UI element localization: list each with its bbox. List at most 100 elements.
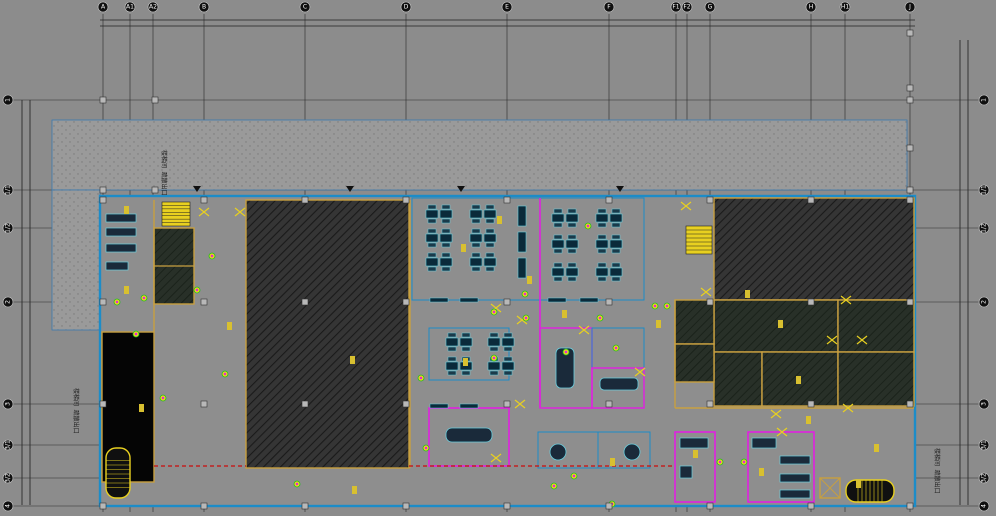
svg-text:C: C [303,4,307,11]
column [99,502,107,510]
svg-text:H: H [809,4,814,11]
column [807,400,815,408]
room-tag [693,450,698,458]
svg-text:A1: A1 [126,4,134,11]
grid-bubble-E: E [501,1,513,13]
stair-note-left: 楼梯间 疏散出口 [72,388,80,434]
room-tag [461,244,466,252]
grid-bubble-F1: F1 [670,1,682,13]
svg-text:G: G [708,4,713,11]
column [200,502,208,510]
svg-text:4: 4 [981,504,988,508]
svg-text:2: 2 [5,300,12,304]
column [706,502,714,510]
column [906,298,914,306]
svg-text:B: B [202,4,206,11]
room-tag [227,322,232,330]
svg-text:3: 3 [5,402,12,406]
column [301,196,309,204]
grid-bubble-row-4-R: 4 [978,500,990,512]
column [402,400,410,408]
grid-bubble-row-1/2-R: 1/2 [978,222,990,234]
grid-bubble-row-3/2-L: 3/2 [2,472,14,484]
column [503,502,511,510]
stair-right [685,225,713,255]
grid-bubble-H: H [805,1,817,13]
svg-text:F1: F1 [672,4,679,11]
column [200,298,208,306]
grid-bubble-row-1-L: 1 [2,94,14,106]
room-tag [610,458,615,466]
room-tag [856,480,861,488]
stair-bottom-left [105,447,131,499]
svg-text:1/2: 1/2 [5,223,12,233]
column [99,400,107,408]
column [906,196,914,204]
column [402,196,410,204]
room-tag [656,320,661,328]
svg-text:3: 3 [981,402,988,406]
room-tag [527,276,532,284]
grid-bubble-F: F [603,1,615,13]
column [605,298,613,306]
stair-note-right: 楼梯间 疏散出口 [933,448,941,494]
floor-plan-canvas[interactable]: A A1 A2 B C D E F F1 F2 G H H1 J 1 1 1/1 1/1 1/2 1/2 2 2 3 3 3/… [0,0,996,516]
grid-bubble-row-3/1-L: 3/1 [2,439,14,451]
grid-bubble-row-1/2-L: 1/2 [2,222,14,234]
grid-bubble-row-4-L: 4 [2,500,14,512]
column [807,298,815,306]
room-tag [497,216,502,224]
grid-bubble-F2: F2 [681,1,693,13]
column [402,298,410,306]
column [402,502,410,510]
column [301,400,309,408]
room-tag [124,286,129,294]
room-tag [350,356,355,364]
svg-text:E: E [505,4,509,11]
room-tag [139,404,144,412]
column [605,400,613,408]
room-tag [806,416,811,424]
column [99,298,107,306]
svg-text:2: 2 [981,300,988,304]
room-tag [745,290,750,298]
column [906,400,914,408]
svg-text:3/2: 3/2 [5,473,12,483]
grid-bubble-D: D [400,1,412,13]
column [503,400,511,408]
grid-bubble-B: B [198,1,210,13]
grid-bubble-A2: A2 [147,1,159,13]
grid-bubble-row-1/1-L: 1/1 [2,184,14,196]
grid-bubble-row-2-L: 2 [2,296,14,308]
grid-bubble-H1: H1 [839,1,851,13]
svg-text:3/2: 3/2 [981,473,988,483]
column [200,400,208,408]
svg-text:3/1: 3/1 [5,440,12,450]
room-tag [463,358,468,366]
room-tag [874,444,879,452]
svg-text:3/1: 3/1 [981,440,988,450]
grid-bubble-C: C [299,1,311,13]
column [301,298,309,306]
grid-bubble-row-1/1-R: 1/1 [978,184,990,196]
column [605,196,613,204]
svg-text:J: J [908,4,911,11]
right-hall-hatched [713,197,915,301]
column [200,196,208,204]
svg-text:1/1: 1/1 [981,185,988,195]
room-tag [796,376,801,384]
svg-text:D: D [404,4,409,11]
column [706,196,714,204]
grid-bubble-A: A [97,1,109,13]
svg-text:1: 1 [5,98,12,102]
column [503,298,511,306]
svg-text:4: 4 [5,504,12,508]
room-tag [562,310,567,318]
column [807,502,815,510]
column [706,400,714,408]
svg-text:1/2: 1/2 [981,223,988,233]
grid-bubble-row-3-R: 3 [978,398,990,410]
room-tag [352,486,357,494]
stair-note-upper: 楼梯间 疏散出口 [160,150,168,196]
main-hall-hatched [245,199,410,469]
